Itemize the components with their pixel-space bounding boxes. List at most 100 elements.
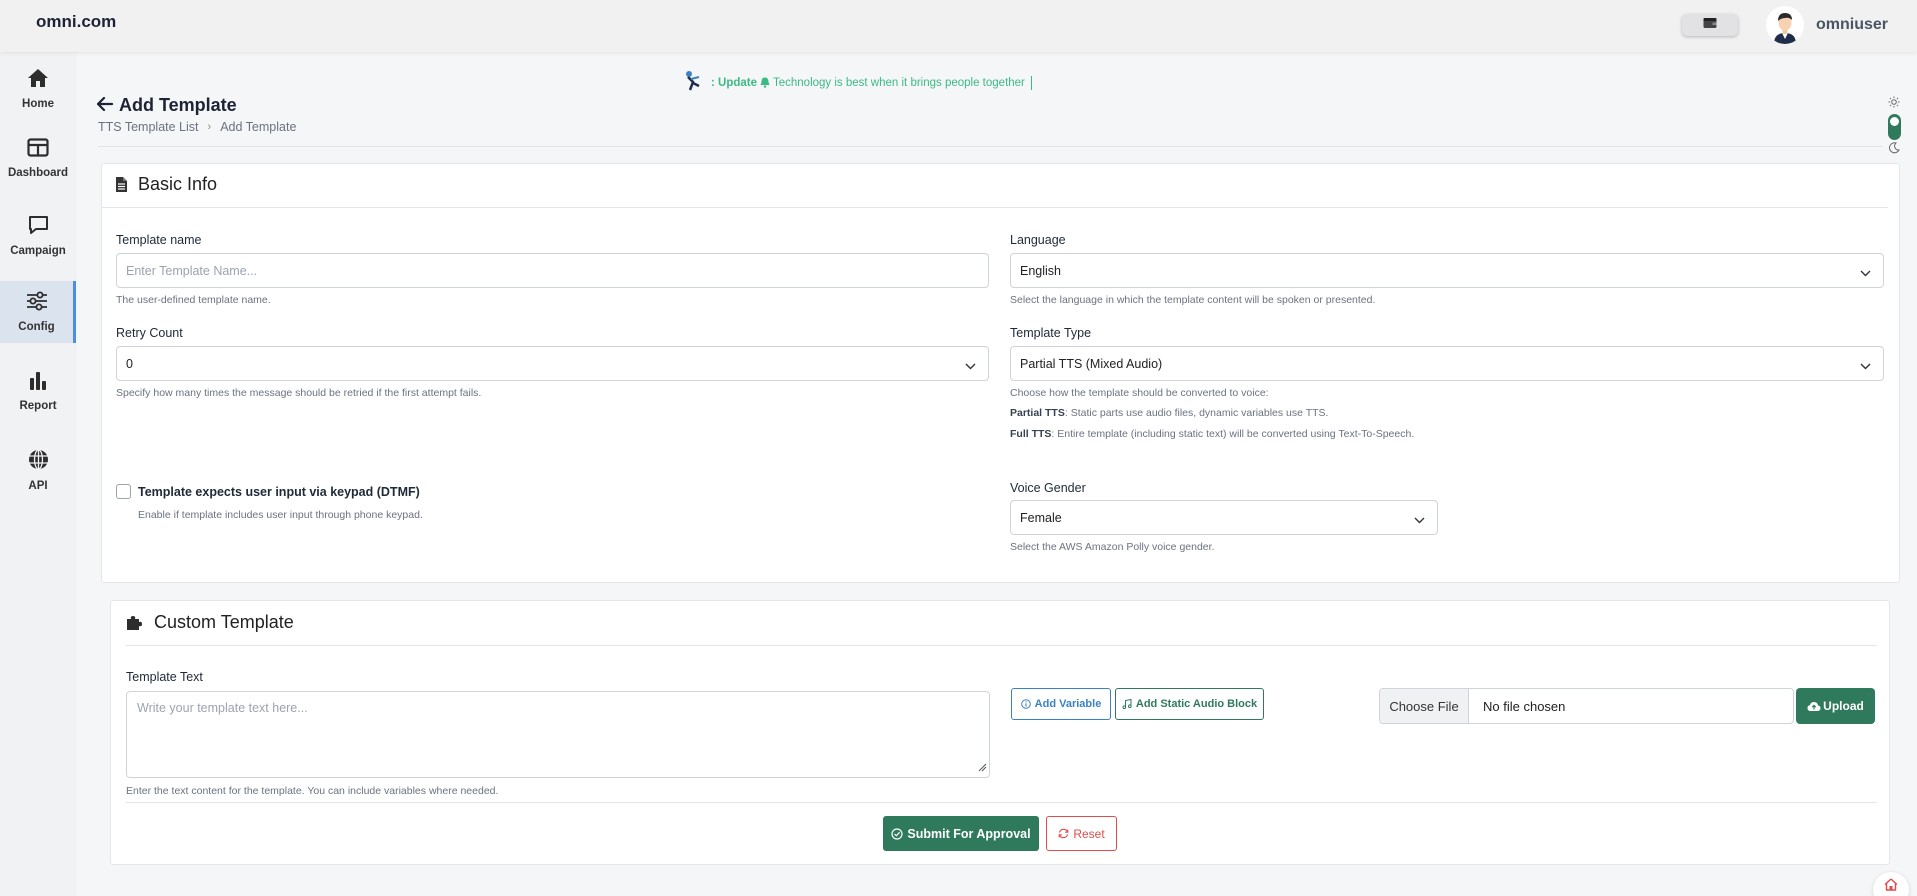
add-variable-label: Add Variable xyxy=(1034,698,1102,710)
voice-gender-label: Voice Gender xyxy=(1010,481,1086,495)
file-text-icon xyxy=(115,176,128,193)
sidebar-item-label: Report xyxy=(19,399,57,412)
upload-button[interactable]: Upload xyxy=(1796,688,1875,724)
language-label: Language xyxy=(1010,233,1066,247)
add-static-audio-label: Add Static Audio Block xyxy=(1135,698,1258,710)
resize-handle-icon[interactable] xyxy=(978,761,987,775)
submit-label: Submit For Approval xyxy=(907,826,1031,841)
upload-label: Upload xyxy=(1823,699,1864,713)
template-type-value: Partial TTS (Mixed Audio) xyxy=(1020,356,1163,371)
chevron-right-icon: › xyxy=(207,121,212,133)
breadcrumb-current: Add Template xyxy=(220,120,297,134)
divider xyxy=(126,802,1877,803)
scroll-home-button[interactable] xyxy=(1873,872,1909,896)
chat-icon xyxy=(28,215,49,240)
ticker-cursor xyxy=(1030,75,1032,90)
divider xyxy=(98,146,1883,147)
reset-label: Reset xyxy=(1073,826,1105,841)
sidebar-item-home[interactable]: Home xyxy=(0,58,76,120)
template-name-input[interactable]: Enter Template Name... xyxy=(116,253,989,288)
custom-template-title: Custom Template xyxy=(154,612,294,632)
sidebar-item-label: Dashboard xyxy=(7,166,69,179)
sidebar-item-label: Config xyxy=(18,321,55,333)
theme-switch[interactable] xyxy=(1883,95,1905,159)
breadcrumb-link-template-list[interactable]: TTS Template List xyxy=(98,120,199,134)
file-input[interactable]: Choose File No file chosen xyxy=(1379,688,1794,724)
add-variable-button[interactable]: Add Variable xyxy=(1011,688,1111,720)
template-text-help: Enter the text content for the template.… xyxy=(126,785,499,797)
template-text-area[interactable]: Write your template text here... xyxy=(126,691,990,778)
ticker-prefix: : Update xyxy=(711,76,757,89)
template-type-help: Choose how the template should be conver… xyxy=(1010,387,1269,399)
basic-info-title: Basic Info xyxy=(138,174,218,194)
home-icon xyxy=(27,68,49,93)
template-type-select[interactable]: Partial TTS (Mixed Audio) xyxy=(1010,346,1884,381)
bell-icon xyxy=(760,77,770,88)
retry-count-value: 0 xyxy=(126,356,133,371)
choose-file-button[interactable]: Choose File xyxy=(1380,689,1469,723)
chevron-down-icon xyxy=(1860,359,1871,373)
top-bar: omni.com omniuser xyxy=(0,0,1917,52)
sidebar-item-label: API xyxy=(28,479,48,492)
refresh-icon xyxy=(1058,828,1069,839)
globe-icon xyxy=(28,448,49,475)
brand-logo[interactable]: omni.com xyxy=(36,12,116,32)
template-type-label: Template Type xyxy=(1010,326,1092,340)
chevron-down-icon xyxy=(1414,513,1425,527)
avatar xyxy=(1766,6,1804,44)
ticker-message: Technology is best when it brings people… xyxy=(773,76,1025,89)
sidebar-item-api[interactable]: API xyxy=(0,439,76,501)
full-tts-help: Full TTS: Entire template (including sta… xyxy=(1010,428,1414,440)
language-value: English xyxy=(1020,263,1061,278)
submit-for-approval-button[interactable]: Submit For Approval xyxy=(883,816,1039,851)
custom-template-heading: Custom Template xyxy=(126,612,294,633)
add-static-audio-button[interactable]: Add Static Audio Block xyxy=(1115,688,1264,720)
username: omniuser xyxy=(1816,16,1889,33)
partial-tts-text: : Static parts use audio files, dynamic … xyxy=(1064,407,1329,419)
reset-button[interactable]: Reset xyxy=(1046,816,1117,851)
partial-tts-help: Partial TTS: Static parts use audio file… xyxy=(1010,407,1328,419)
sliders-icon xyxy=(26,291,48,316)
basic-info-heading: Basic Info xyxy=(115,174,217,195)
chevron-down-icon xyxy=(965,359,976,373)
mascot-icon xyxy=(681,70,703,95)
home-icon xyxy=(1884,878,1898,896)
dtmf-checkbox-row[interactable]: Template expects user input via keypad (… xyxy=(116,484,420,499)
arrow-left-icon[interactable] xyxy=(96,95,114,116)
sidebar-item-report[interactable]: Report xyxy=(0,360,76,422)
check-circle-icon xyxy=(891,827,904,840)
voice-gender-help: Select the AWS Amazon Polly voice gender… xyxy=(1010,541,1215,553)
full-tts-text: : Entire template (including static text… xyxy=(1051,428,1415,440)
update-ticker: : Update Technology is best when it brin… xyxy=(681,70,1032,95)
template-text-placeholder: Write your template text here... xyxy=(137,701,308,715)
partial-tts-label: Partial TTS xyxy=(1010,407,1065,419)
user-menu[interactable]: omniuser xyxy=(1766,6,1888,44)
page-title: Add Template xyxy=(96,95,237,116)
dtmf-help: Enable if template includes user input t… xyxy=(138,509,423,521)
theme-toggle[interactable] xyxy=(1887,114,1901,140)
sidebar-item-dashboard[interactable]: Dashboard xyxy=(0,127,76,189)
puzzle-icon xyxy=(126,614,144,631)
template-text-label: Template Text xyxy=(126,670,203,684)
template-name-help: The user-defined template name. xyxy=(116,294,271,306)
chevron-down-icon xyxy=(1860,266,1871,280)
sidebar-item-campaign[interactable]: Campaign xyxy=(0,205,76,267)
bar-chart-icon xyxy=(29,371,47,395)
sidebar-item-config[interactable]: Config xyxy=(0,281,76,343)
music-note-icon xyxy=(1122,699,1132,709)
dashboard-icon xyxy=(27,137,49,162)
template-name-label: Template name xyxy=(116,233,202,247)
retry-count-label: Retry Count xyxy=(116,326,183,340)
wallet-button[interactable] xyxy=(1682,14,1738,36)
retry-count-select[interactable]: 0 xyxy=(116,346,989,381)
cloud-upload-icon xyxy=(1807,701,1821,712)
language-select[interactable]: English xyxy=(1010,253,1884,288)
sidebar: Home Dashboard Campaign Config Report AP… xyxy=(0,52,77,896)
sidebar-item-label: Home xyxy=(22,98,54,110)
page-title-text: Add Template xyxy=(119,95,237,115)
sun-icon[interactable] xyxy=(1888,95,1900,113)
dtmf-label[interactable]: Template expects user input via keypad (… xyxy=(138,485,420,499)
dtmf-checkbox[interactable] xyxy=(116,484,131,499)
moon-icon[interactable] xyxy=(1888,141,1900,159)
voice-gender-select[interactable]: Female xyxy=(1010,500,1438,535)
